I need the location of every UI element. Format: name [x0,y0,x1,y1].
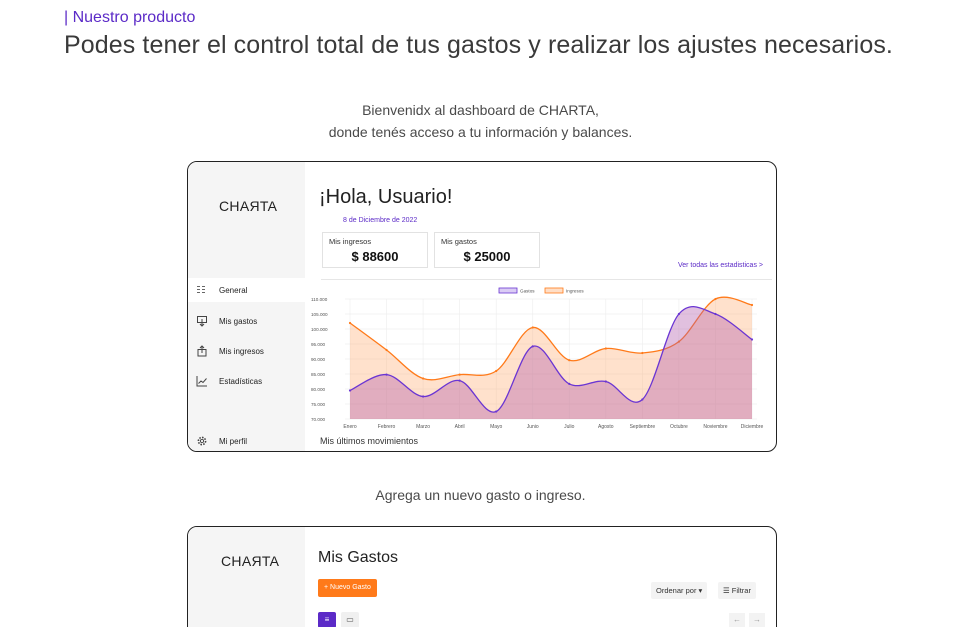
income-amount: $ 88600 [351,249,399,264]
x-tick-label: Julio [564,424,575,430]
point-gastos [677,312,681,316]
x-tick-label: Septiembre [630,424,656,430]
sidebar-item-general[interactable]: General [188,278,305,302]
point-ingresos [385,348,388,352]
x-tick-label: Agosto [598,424,614,430]
y-tick-label: 85.000 [311,372,325,377]
point-gastos [641,398,644,401]
y-tick-label: 100.000 [311,327,328,332]
sidebar-item-label: General [219,285,248,295]
point-ingresos [714,297,717,301]
point-gastos [495,410,498,413]
point-gastos [604,380,607,383]
gear-icon [197,436,207,446]
app-logo: CHAЯTA [219,198,278,214]
list-view-icon[interactable]: ≡ [318,612,336,627]
expenses-card-label: Mis gastos [441,237,477,246]
next-page-icon[interactable]: → [749,613,765,627]
point-gastos [531,345,534,348]
point-gastos [458,379,461,382]
filter-button[interactable]: ☰ Filtrar [718,582,756,599]
point-gastos [750,338,754,341]
income-card-label: Mis ingresos [329,237,372,246]
y-tick-label: 110.000 [311,297,328,302]
x-tick-label: Diciembre [741,424,764,430]
x-tick-label: Abril [455,424,465,430]
section-headline: Podes tener el control total de tus gast… [64,31,893,59]
greeting-title: ¡Hola, Usuario! [319,186,453,208]
expenses-preview: CHAЯTA Mis Gastos + Nuevo Gasto Ordenar … [187,526,777,627]
legend-swatch [498,287,518,294]
sidebar: CHAЯTA General Mis gastos Mis ingresos E… [188,162,305,451]
sidebar-item-label: Estadísticas [219,376,263,386]
x-tick-label: Junio [527,424,539,430]
section-kicker: | Nuestro producto [64,9,196,26]
intro-text-line-2: donde tenés acceso a tu información y ba… [328,124,633,140]
card-view-icon[interactable]: ▭ [341,612,359,627]
download-icon [197,316,207,327]
new-expense-button[interactable]: + Nuevo Gasto [318,579,377,597]
point-gastos [568,382,571,385]
legend-swatch [544,287,564,294]
y-tick-label: 75.000 [311,402,325,407]
y-tick-label: 90.000 [311,357,325,362]
trend-icon [196,376,207,387]
sort-dropdown[interactable]: Ordenar por ▾ [651,582,708,599]
y-tick-label: 95.000 [311,342,325,347]
intro-text-line-1: Bienvenidx al dashboard de CHARTA, [362,102,599,118]
point-gastos [421,395,425,398]
point-ingresos [531,326,534,329]
point-ingresos [604,347,607,350]
prev-page-icon[interactable]: ← [729,613,745,627]
current-date: 8 de Diciembre de 2022 [343,217,418,224]
sidebar-item-mi-perfil[interactable]: Mi perfil [188,429,305,451]
divider [321,279,772,280]
app-logo: CHAЯTA [221,553,280,569]
legend-label: Gastos [520,289,535,294]
y-tick-label: 70.000 [311,417,325,422]
point-ingresos [641,351,644,355]
dashboard-main: ¡Hola, Usuario! 8 de Diciembre de 2022 M… [305,162,776,451]
income-card[interactable]: Mis ingresos $ 88600 [322,232,428,268]
sidebar-item-mis-gastos[interactable]: Mis gastos [188,309,305,333]
area-gastos [350,306,752,419]
x-tick-label: Mayo [490,424,502,430]
grid-icon [197,286,205,293]
view-all-stats-link[interactable]: Ver todas las estadisticas > [678,262,763,269]
y-tick-label: 80.000 [311,387,325,392]
point-gastos [385,373,388,376]
recent-movements-title: Mis últimos movimientos [320,436,419,446]
y-tick-label: 105.000 [311,312,328,317]
sidebar-item-label: Mis gastos [219,316,258,326]
sidebar-item-label: Mis ingresos [219,346,264,356]
point-ingresos [348,321,352,325]
expenses-amount: $ 25000 [463,249,511,264]
x-tick-label: Marzo [416,424,430,430]
point-ingresos [495,369,498,373]
add-entry-caption: Agrega un nuevo gasto o ingreso. [375,487,586,503]
sidebar: CHAЯTA [188,527,305,627]
sidebar-item-estadisticas[interactable]: Estadísticas [188,369,305,393]
point-gastos [714,312,717,316]
point-ingresos [458,373,461,376]
x-tick-label: Febrero [378,424,396,430]
point-ingresos [750,303,754,307]
page-title: Mis Gastos [318,549,399,566]
point-ingresos [568,359,571,362]
expenses-card[interactable]: Mis gastos $ 25000 [434,232,540,268]
point-gastos [348,389,352,392]
legend-label: Ingresos [566,289,584,294]
point-ingresos [421,377,425,380]
x-tick-label: Noviembre [703,424,727,430]
dashboard-preview: CHAЯTA General Mis gastos Mis ingresos E… [187,161,777,452]
x-tick-label: Enero [343,424,357,430]
x-tick-label: Octubre [670,424,688,430]
expenses-main: Mis Gastos + Nuevo Gasto Ordenar por ▾ ☰… [305,527,776,627]
sidebar-item-label: Mi perfil [219,436,248,446]
sidebar-item-mis-ingresos[interactable]: Mis ingresos [188,339,305,363]
income-expenses-chart: 110.000 105.000 100.000 95.000 90.000 85.000 8… [311,287,764,430]
upload-icon [197,345,207,357]
